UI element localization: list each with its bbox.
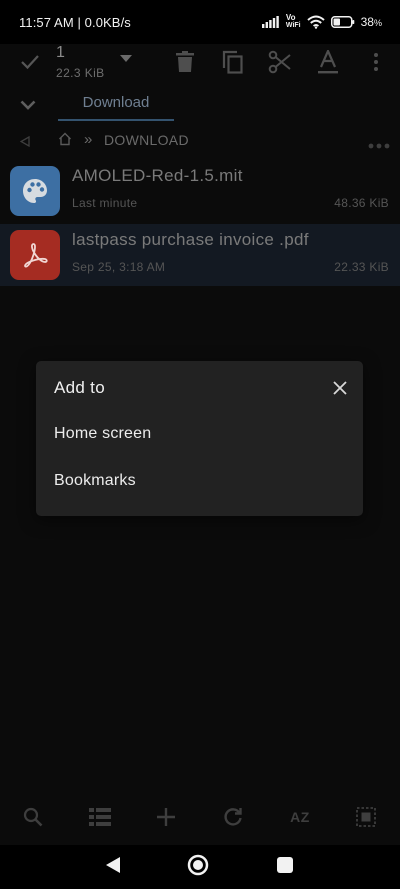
battery-percent-value: 38 — [360, 15, 374, 29]
tab-active-indicator — [58, 119, 174, 121]
volte-label-top: Vo — [285, 13, 296, 22]
bookmarks-option[interactable]: Bookmarks — [36, 458, 363, 504]
dropdown-arrow-icon[interactable] — [117, 52, 135, 66]
file-row[interactable]: AMOLED-Red-1.5.mit Last minute 48.36 KiB — [0, 160, 400, 222]
selected-size: 22.3 KiB — [56, 66, 105, 80]
selection-toolbar: 1 22.3 KiB — [0, 44, 400, 88]
status-icons: Vo WiFi 38% — [261, 14, 382, 30]
delete-icon[interactable] — [172, 48, 198, 76]
battery-percent: 38% — [361, 15, 382, 29]
more-vert-icon[interactable] — [366, 48, 386, 76]
select-all-icon[interactable] — [355, 806, 377, 828]
close-icon[interactable] — [329, 377, 351, 399]
bottom-action-bar: AZ — [0, 796, 400, 840]
rename-icon[interactable] — [315, 48, 341, 76]
home-nav-icon[interactable] — [186, 853, 210, 877]
file-size: 22.33 KiB — [334, 260, 389, 274]
sort-label: AZ — [290, 809, 310, 825]
status-bar: 11:57 AM | 0.0KB/s Vo WiFi 38% — [0, 0, 400, 44]
pdf-icon — [10, 230, 60, 280]
dialog-title: Add to — [54, 378, 105, 397]
file-size: 48.36 KiB — [334, 196, 389, 210]
battery-percent-suffix: % — [373, 18, 382, 28]
wifi-icon — [306, 15, 325, 29]
file-date: Last minute — [72, 196, 138, 210]
back-nav-icon[interactable] — [102, 853, 124, 877]
palette-icon — [10, 166, 60, 216]
collapse-chevron-icon[interactable] — [18, 98, 38, 112]
recents-nav-icon[interactable] — [274, 853, 296, 877]
file-name: AMOLED-Red-1.5.mit — [72, 166, 243, 185]
breadcrumb-separator: » — [84, 131, 93, 148]
file-date: Sep 25, 3:18 AM — [72, 260, 166, 274]
view-list-icon[interactable] — [88, 806, 112, 828]
status-time-speed: 11:57 AM | 0.0KB/s — [19, 14, 131, 30]
file-row-selected[interactable]: lastpass purchase invoice .pdf Sep 25, 3… — [0, 224, 400, 286]
file-name: lastpass purchase invoice .pdf — [72, 230, 309, 249]
cut-icon[interactable] — [266, 48, 294, 76]
add-to-dialog: Add to Home screen Bookmarks — [36, 361, 363, 516]
volte-label-bottom: WiFi — [285, 22, 301, 29]
breadcrumb-current[interactable]: DOWNLOAD — [104, 132, 189, 148]
home-icon[interactable] — [58, 132, 72, 151]
system-nav-bar — [0, 845, 400, 889]
back-arrow-icon[interactable] — [19, 134, 30, 152]
add-icon[interactable] — [155, 806, 177, 828]
breadcrumb: » DOWNLOAD — [0, 126, 400, 154]
tab-download[interactable]: Download — [58, 94, 174, 120]
home-screen-option[interactable]: Home screen — [36, 411, 363, 457]
volte-icon: Vo WiFi — [286, 14, 301, 30]
copy-icon[interactable] — [219, 48, 247, 76]
battery-icon — [330, 16, 354, 28]
sort-icon[interactable]: AZ — [286, 806, 314, 828]
search-icon[interactable] — [22, 806, 44, 828]
signal-icon — [261, 16, 279, 28]
more-horiz-icon[interactable] — [368, 136, 390, 154]
selected-count: 1 — [56, 44, 65, 61]
check-icon[interactable] — [18, 50, 42, 74]
refresh-icon[interactable] — [222, 806, 244, 828]
